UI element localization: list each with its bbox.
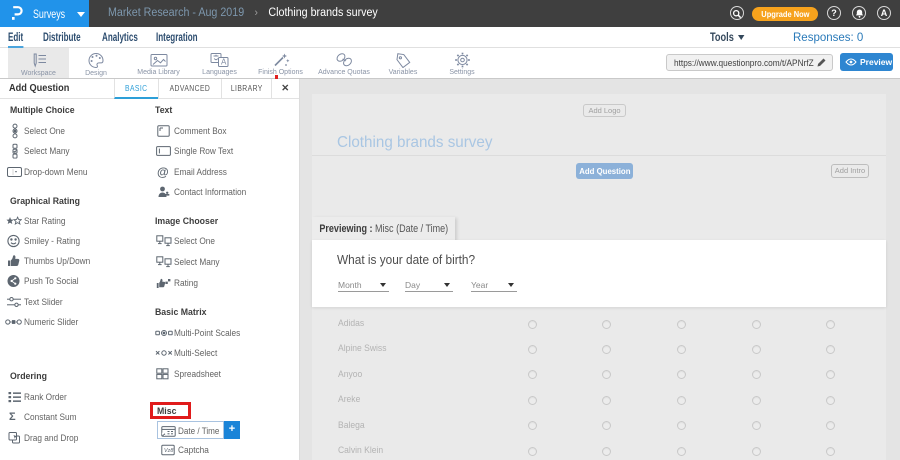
svg-text:Vz8: Vz8 <box>164 448 174 454</box>
svg-text:A: A <box>221 58 227 67</box>
